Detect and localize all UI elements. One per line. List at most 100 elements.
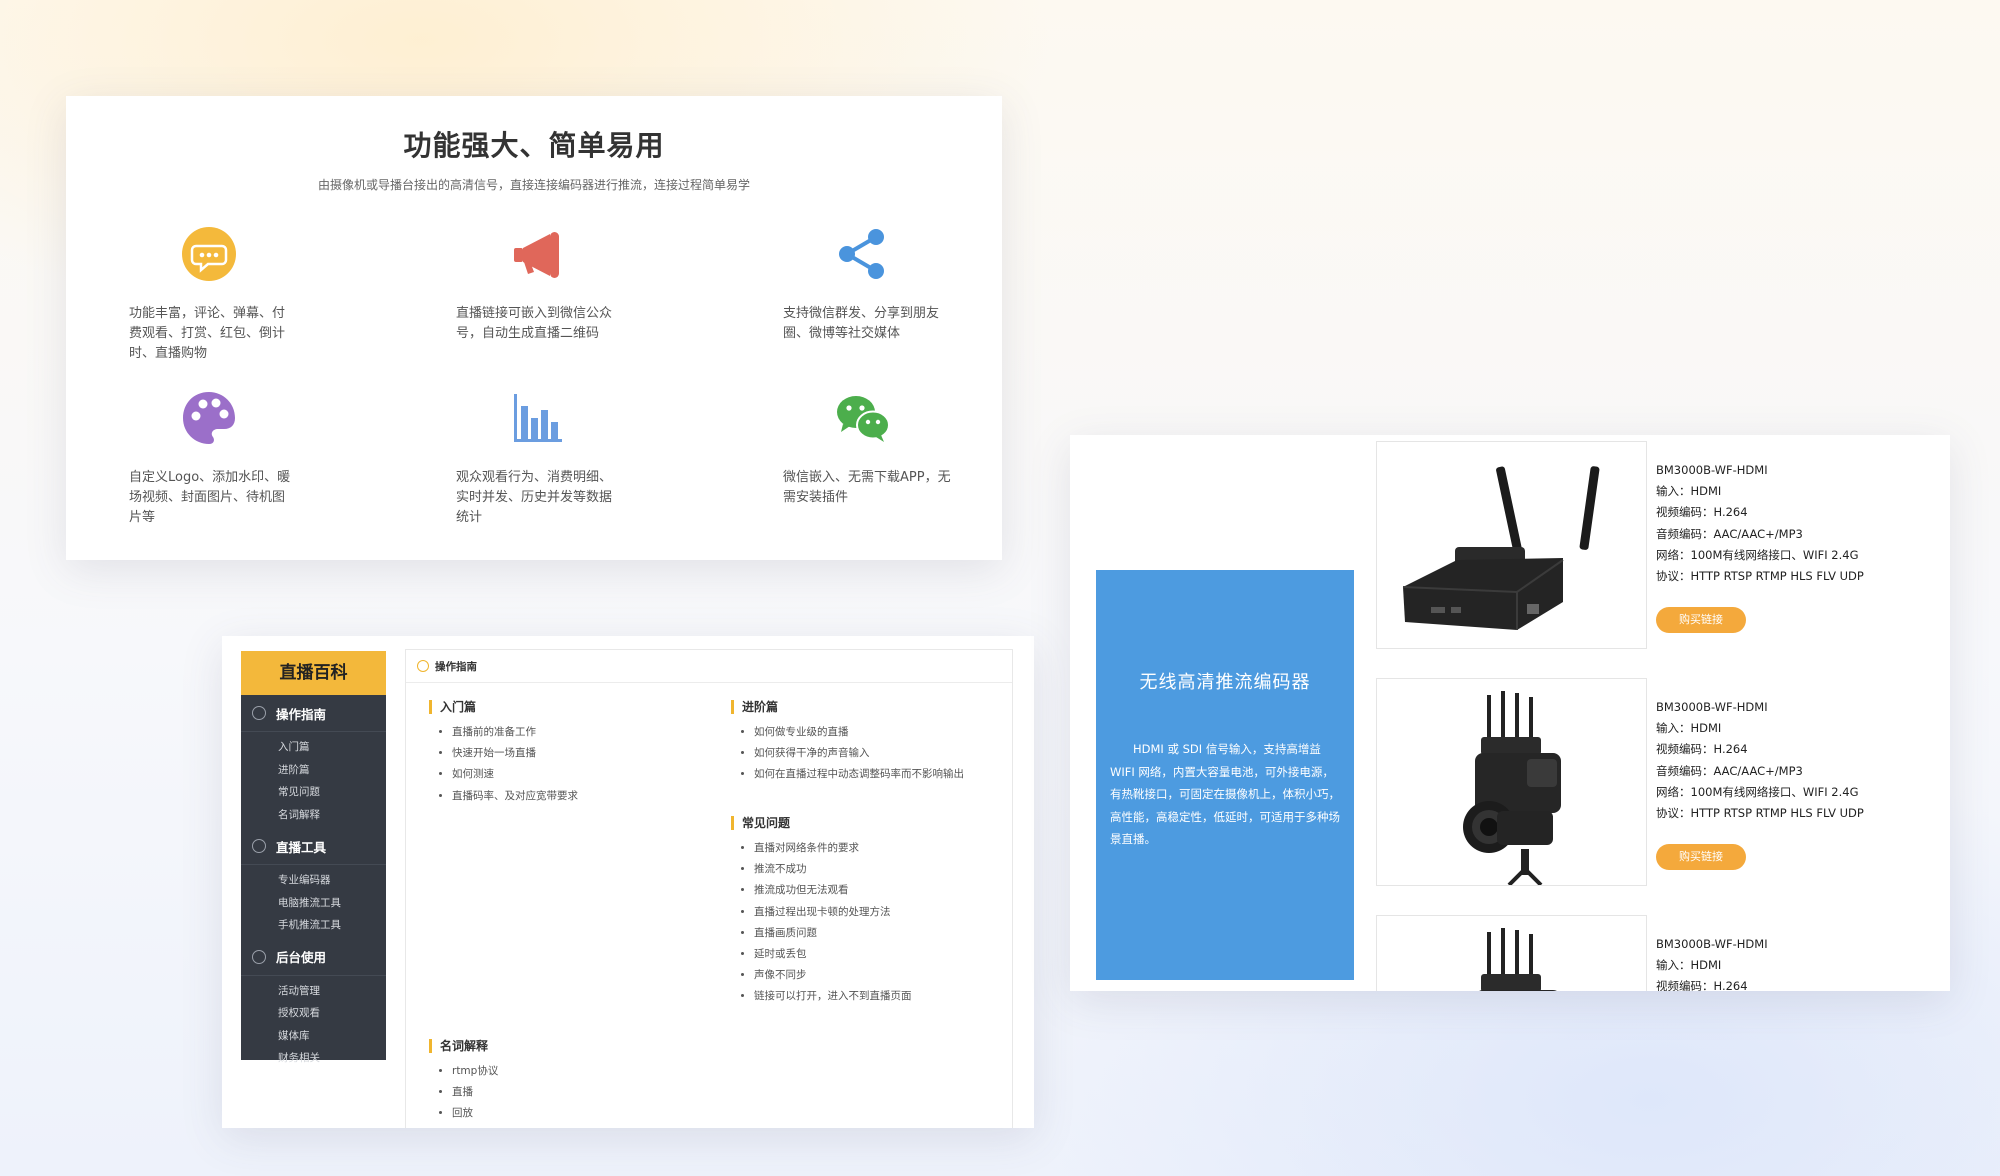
product-model: BM3000B-WF-HDMI bbox=[1656, 937, 1768, 951]
sidebar-title: 直播百科 bbox=[241, 651, 386, 695]
sidebar-item[interactable]: 活动管理 bbox=[241, 980, 386, 1003]
article-link[interactable]: 直播画质问题 bbox=[754, 923, 912, 944]
article-link[interactable]: 延时或丢包 bbox=[754, 944, 912, 965]
compass-icon bbox=[252, 706, 266, 720]
spec-line: 视频编码：H.264 bbox=[1656, 505, 1748, 520]
sidebar-item[interactable]: 入门篇 bbox=[241, 736, 386, 759]
group-glossary: 名词解释 rtmp协议 直播 回放 bbox=[429, 1039, 498, 1125]
article-link[interactable]: 如何获得干净的声音输入 bbox=[754, 743, 964, 764]
article-link[interactable]: 声像不同步 bbox=[754, 965, 912, 986]
spec-line: 视频编码：H.264 bbox=[1656, 742, 1748, 757]
main-panel-header: 操作指南 bbox=[406, 650, 1012, 683]
article-link[interactable]: 推流成功但无法观看 bbox=[754, 880, 912, 901]
main-panel-title: 操作指南 bbox=[435, 660, 477, 673]
product-item: BM3000B-WF-HDMI 输入：HDMI 视频编码：H.264 bbox=[1376, 915, 1936, 991]
wiki-sidebar: 直播百科 操作指南 入门篇 进阶篇 常见问题 名词解释 直播工具 专业编码器 电… bbox=[241, 651, 386, 1064]
article-link[interactable]: 直播过程出现卡顿的处理方法 bbox=[754, 902, 912, 923]
camera-with-encoder-icon bbox=[1479, 928, 1557, 991]
spec-line: 输入：HDMI bbox=[1656, 958, 1722, 973]
article-link[interactable]: 如何测速 bbox=[452, 764, 578, 785]
sidebar-section-guide[interactable]: 操作指南 bbox=[241, 695, 386, 732]
spec-line: 音频编码：AAC/AAC+/MP3 bbox=[1656, 763, 1803, 778]
group-title: 常见问题 bbox=[731, 816, 912, 830]
encoder-card: 无线高清推流编码器 HDMI 或 SDI 信号输入，支持高增益WIFI 网络，内… bbox=[1070, 435, 1950, 991]
megaphone-icon bbox=[514, 232, 559, 278]
article-link[interactable]: 链接可以打开，进入不到直播页面 bbox=[754, 986, 912, 1007]
compass-icon bbox=[252, 839, 266, 853]
article-link[interactable]: 推流不成功 bbox=[754, 859, 912, 880]
palette-icon bbox=[183, 392, 235, 444]
wiki-card: 直播百科 操作指南 入门篇 进阶篇 常见问题 名词解释 直播工具 专业编码器 电… bbox=[222, 636, 1034, 1128]
feature-text: 直播链接可嵌入到微信公众号，自动生成直播二维码 bbox=[456, 306, 613, 341]
group-title: 名词解释 bbox=[429, 1039, 498, 1053]
group-title: 进阶篇 bbox=[731, 700, 964, 714]
buy-link-button[interactable]: 购买链接 bbox=[1656, 607, 1746, 633]
chat-bubble-icon bbox=[182, 227, 236, 281]
features-title: 功能强大、简单易用 bbox=[403, 129, 665, 162]
feature-text: 功能丰富，评论、弹幕、付费观看、打赏、红包、倒计时、直播购物 bbox=[129, 306, 286, 361]
article-link[interactable]: rtmp协议 bbox=[452, 1061, 498, 1082]
sidebar-section-label: 操作指南 bbox=[276, 706, 327, 722]
product-model: BM3000B-WF-HDMI bbox=[1656, 463, 1768, 477]
buy-link-button[interactable]: 购买链接 bbox=[1656, 844, 1746, 870]
product-image bbox=[1376, 441, 1647, 649]
product-image bbox=[1376, 915, 1647, 991]
article-link[interactable]: 直播对网络条件的要求 bbox=[754, 838, 912, 859]
wechat-icon bbox=[837, 396, 890, 442]
spec-line: 音频编码：AAC/AAC+/MP3 bbox=[1656, 526, 1803, 541]
feature-text: 支持微信群发、分享到朋友圈、微博等社交媒体 bbox=[783, 306, 940, 341]
sidebar-item[interactable]: 授权观看 bbox=[241, 1002, 386, 1025]
sidebar-item[interactable]: 进阶篇 bbox=[241, 759, 386, 782]
article-link[interactable]: 快速开始一场直播 bbox=[452, 743, 578, 764]
sidebar-item[interactable]: 媒体库 bbox=[241, 1025, 386, 1048]
product-item: BM3000B-WF-HDMI 输入：HDMI 视频编码：H.264 音频编码：… bbox=[1376, 678, 1936, 890]
spec-line: 协议：HTTP RTSP RTMP HLS FLV UDP bbox=[1656, 569, 1864, 584]
share-icon bbox=[839, 229, 884, 279]
features-card: 功能强大、简单易用 由摄像机或导播台接出的高清信号，直接连接编码器进行推流，连接… bbox=[66, 96, 1002, 560]
feature-text: 观众观看行为、消费明细、实时并发、历史并发等数据统计 bbox=[456, 470, 613, 525]
article-link[interactable]: 直播前的准备工作 bbox=[452, 722, 578, 743]
spec-line: 网络：100M有线网络接口、WIFI 2.4G bbox=[1656, 784, 1859, 799]
group-advanced: 进阶篇 如何做专业级的直播 如何获得干净的声音输入 如何在直播过程中动态调整码率… bbox=[731, 700, 964, 786]
product-image bbox=[1376, 678, 1647, 886]
banner-description: HDMI 或 SDI 信号输入，支持高增益WIFI 网络，内置大容量电池，可外接… bbox=[1110, 742, 1340, 846]
article-link[interactable]: 直播 bbox=[452, 1082, 498, 1103]
article-link[interactable]: 直播码率、及对应宽带要求 bbox=[452, 786, 578, 807]
article-link[interactable]: 如何做专业级的直播 bbox=[754, 722, 964, 743]
group-title: 入门篇 bbox=[429, 700, 578, 714]
bar-chart-icon bbox=[514, 394, 562, 442]
compass-icon bbox=[252, 949, 266, 964]
sidebar-item[interactable]: 专业编码器 bbox=[241, 869, 386, 892]
features-subtitle: 由摄像机或导播台接出的高清信号，直接连接编码器进行推流，连接过程简单易学 bbox=[317, 178, 750, 192]
sidebar-section-label: 直播工具 bbox=[276, 839, 327, 855]
product-specs: BM3000B-WF-HDMI 输入：HDMI 视频编码：H.264 bbox=[1656, 934, 1768, 991]
article-link[interactable]: 如何在直播过程中动态调整码率而不影响输出 bbox=[754, 764, 964, 785]
banner-title: 无线高清推流编码器 bbox=[1139, 672, 1311, 693]
product-item: BM3000B-WF-HDMI 输入：HDMI 视频编码：H.264 音频编码：… bbox=[1376, 441, 1936, 653]
spec-line: 网络：100M有线网络接口、WIFI 2.4G bbox=[1656, 547, 1859, 562]
spec-line: 协议：HTTP RTSP RTMP HLS FLV UDP bbox=[1656, 806, 1864, 821]
sidebar-item[interactable]: 常见问题 bbox=[241, 781, 386, 804]
spec-line: 输入：HDMI bbox=[1656, 484, 1722, 499]
sidebar-item[interactable]: 电脑推流工具 bbox=[241, 892, 386, 915]
sidebar-item[interactable]: 手机推流工具 bbox=[241, 914, 386, 937]
spec-line: 输入：HDMI bbox=[1656, 721, 1722, 736]
camera-with-encoder-icon bbox=[1463, 691, 1561, 885]
sidebar-section-admin[interactable]: 后台使用 bbox=[241, 939, 386, 976]
group-beginner: 入门篇 直播前的准备工作 快速开始一场直播 如何测速 直播码率、及对应宽带要求 bbox=[429, 700, 578, 807]
product-specs: BM3000B-WF-HDMI 输入：HDMI 视频编码：H.264 音频编码：… bbox=[1656, 460, 1864, 587]
feature-text: 自定义Logo、添加水印、暖场视频、封面图片、待机图片等 bbox=[129, 470, 291, 525]
wiki-main-panel: 操作指南 入门篇 直播前的准备工作 快速开始一场直播 如何测速 直播码率、及对应… bbox=[405, 649, 1013, 1128]
sidebar-section-tools[interactable]: 直播工具 bbox=[241, 828, 386, 865]
sidebar-section-label: 后台使用 bbox=[276, 950, 327, 965]
feature-text: 微信嵌入、无需下载APP，无需安装插件 bbox=[783, 470, 951, 505]
sidebar-item[interactable]: 名词解释 bbox=[241, 804, 386, 827]
sidebar-item[interactable]: 财务相关 bbox=[241, 1047, 386, 1070]
compass-icon bbox=[417, 660, 429, 672]
group-faq: 常见问题 直播对网络条件的要求 推流不成功 推流成功但无法观看 直播过程出现卡顿… bbox=[731, 816, 912, 1008]
article-link[interactable]: 回放 bbox=[452, 1103, 498, 1124]
spec-line: 视频编码：H.264 bbox=[1656, 979, 1748, 991]
product-model: BM3000B-WF-HDMI bbox=[1656, 700, 1768, 714]
product-specs: BM3000B-WF-HDMI 输入：HDMI 视频编码：H.264 音频编码：… bbox=[1656, 697, 1864, 824]
encoder-banner: 无线高清推流编码器 HDMI 或 SDI 信号输入，支持高增益WIFI 网络，内… bbox=[1096, 570, 1354, 980]
